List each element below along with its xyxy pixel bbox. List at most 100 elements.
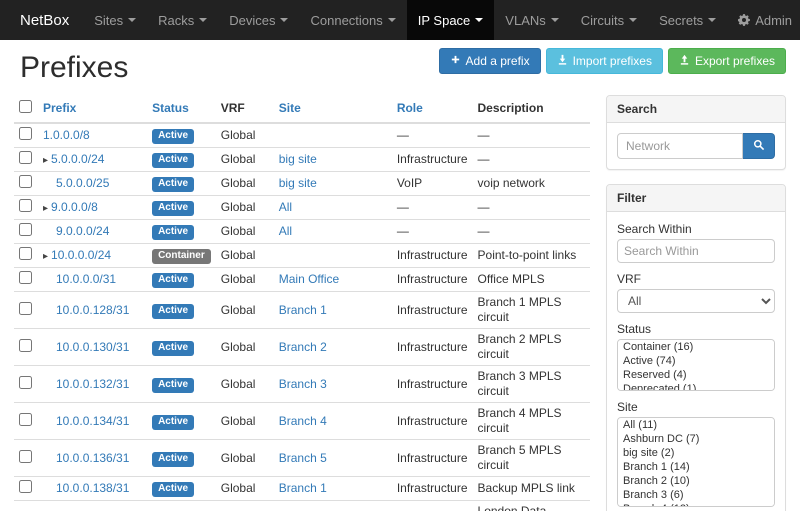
description-cell: — — [473, 196, 590, 220]
column-header-prefix[interactable]: Prefix — [38, 95, 147, 123]
description-cell: Point-to-point links — [473, 244, 590, 268]
filter-panel: Filter Search Within VRF All Status Cont… — [606, 184, 786, 511]
row-select-checkbox[interactable] — [19, 175, 32, 188]
site-link[interactable]: Branch 4 — [279, 414, 327, 428]
prefix-link[interactable]: 5.0.0.0/24 — [51, 152, 104, 166]
app-brand[interactable]: NetBox — [6, 0, 83, 40]
site-link[interactable]: Main Office — [279, 272, 339, 286]
nav-item-ip-space[interactable]: IP Space — [407, 0, 495, 40]
row-select-checkbox[interactable] — [19, 151, 32, 164]
site-filter-listbox[interactable]: All (11)Ashburn DC (7)big site (2)Branch… — [617, 417, 775, 507]
listbox-option[interactable]: Container (16) — [618, 340, 774, 354]
listbox-option[interactable]: Ashburn DC (7) — [618, 432, 774, 446]
export-prefixes-button[interactable]: Export prefixes — [668, 48, 786, 74]
vrf-filter-select[interactable]: All — [617, 289, 775, 313]
search-input[interactable] — [617, 133, 743, 159]
role-cell: Infrastructure — [392, 268, 473, 292]
add-prefix-button[interactable]: Add a prefix — [439, 48, 541, 74]
sidebar: Search Filter Search Within — [606, 95, 786, 511]
column-header-role[interactable]: Role — [392, 95, 473, 123]
nav-item-connections[interactable]: Connections — [299, 0, 406, 40]
prefix-link[interactable]: 10.0.0.0/24 — [51, 248, 111, 262]
nav-item-secrets[interactable]: Secrets — [648, 0, 727, 40]
listbox-option[interactable]: Branch 1 (14) — [618, 460, 774, 474]
prefix-link[interactable]: 10.0.0.0/31 — [56, 272, 116, 286]
select-all-checkbox[interactable] — [19, 100, 32, 113]
status-badge: Container — [152, 249, 211, 264]
nav-item-vlans[interactable]: VLANs — [494, 0, 569, 40]
site-link[interactable]: Branch 1 — [279, 481, 327, 495]
prefix-link[interactable]: 9.0.0.0/24 — [56, 224, 109, 238]
listbox-option[interactable]: Branch 2 (10) — [618, 474, 774, 488]
role-cell: Infrastructure — [392, 501, 473, 511]
row-select-checkbox[interactable] — [19, 413, 32, 426]
prefix-link[interactable]: 10.0.0.134/31 — [56, 414, 129, 428]
row-select-checkbox[interactable] — [19, 271, 32, 284]
row-select-checkbox[interactable] — [19, 127, 32, 140]
role-cell: Infrastructure — [392, 403, 473, 440]
listbox-option[interactable]: Branch 3 (6) — [618, 488, 774, 502]
description-cell: voip network — [473, 172, 590, 196]
role-cell: Infrastructure — [392, 477, 473, 501]
prefix-link[interactable]: 10.0.0.128/31 — [56, 303, 129, 317]
site-link[interactable]: big site — [279, 152, 317, 166]
plus-icon — [450, 54, 461, 68]
listbox-option[interactable]: Active (74) — [618, 354, 774, 368]
site-cell — [274, 123, 392, 148]
site-link[interactable]: big site — [279, 176, 317, 190]
listbox-option[interactable]: All (11) — [618, 418, 774, 432]
nav-item-devices[interactable]: Devices — [218, 0, 299, 40]
prefix-link[interactable]: 10.0.0.132/31 — [56, 377, 129, 391]
prefix-link[interactable]: 1.0.0.0/8 — [43, 128, 90, 142]
site-link[interactable]: Branch 2 — [279, 340, 327, 354]
role-cell: — — [392, 196, 473, 220]
role-cell: Infrastructure — [392, 148, 473, 172]
nav-item-sites[interactable]: Sites — [83, 0, 147, 40]
export-prefixes-label: Export prefixes — [695, 54, 775, 68]
site-link[interactable]: All — [279, 200, 292, 214]
admin-menu-item[interactable]: Admin — [727, 0, 800, 40]
row-select-checkbox[interactable] — [19, 339, 32, 352]
prefix-link[interactable]: 9.0.0.0/8 — [51, 200, 98, 214]
site-filter-label: Site — [617, 400, 775, 414]
listbox-option[interactable]: big site (2) — [618, 446, 774, 460]
description-cell: — — [473, 148, 590, 172]
prefix-link[interactable]: 10.0.0.130/31 — [56, 340, 129, 354]
role-cell: — — [392, 220, 473, 244]
row-select-checkbox[interactable] — [19, 302, 32, 315]
row-select-checkbox[interactable] — [19, 450, 32, 463]
description-cell: Backup MPLS link — [473, 477, 590, 501]
nav-item-circuits[interactable]: Circuits — [570, 0, 648, 40]
site-cell: All — [274, 196, 392, 220]
import-prefixes-button[interactable]: Import prefixes — [546, 48, 663, 74]
column-header-site[interactable]: Site — [274, 95, 392, 123]
row-select-checkbox[interactable] — [19, 480, 32, 493]
chevron-down-icon — [475, 18, 483, 22]
search-submit-button[interactable] — [743, 133, 775, 159]
prefix-link[interactable]: 10.0.0.136/31 — [56, 451, 129, 465]
site-link[interactable]: Branch 1 — [279, 303, 327, 317]
listbox-option[interactable]: Branch 4 (12) — [618, 502, 774, 507]
column-header-status[interactable]: Status — [147, 95, 216, 123]
listbox-option[interactable]: Deprecated (1) — [618, 382, 774, 391]
row-select-checkbox[interactable] — [19, 376, 32, 389]
listbox-option[interactable]: Reserved (4) — [618, 368, 774, 382]
site-cell — [274, 244, 392, 268]
site-link[interactable]: All — [279, 224, 292, 238]
site-link[interactable]: Branch 5 — [279, 451, 327, 465]
row-select-checkbox[interactable] — [19, 199, 32, 212]
site-cell: Branch 3 — [274, 366, 392, 403]
navbar-user-menu: Admin Profile Log out — [727, 0, 800, 40]
nav-item-label: Secrets — [659, 13, 703, 28]
status-filter-listbox[interactable]: Container (16)Active (74)Reserved (4)Dep… — [617, 339, 775, 391]
vrf-filter-label: VRF — [617, 272, 775, 286]
status-badge: Active — [152, 341, 194, 356]
row-select-checkbox[interactable] — [19, 223, 32, 236]
expand-arrow-icon: ▸ — [43, 251, 48, 262]
search-within-input[interactable] — [617, 239, 775, 263]
nav-item-racks[interactable]: Racks — [147, 0, 218, 40]
prefix-link[interactable]: 10.0.0.138/31 — [56, 481, 129, 495]
row-select-checkbox[interactable] — [19, 247, 32, 260]
prefix-link[interactable]: 5.0.0.0/25 — [56, 176, 109, 190]
site-link[interactable]: Branch 3 — [279, 377, 327, 391]
